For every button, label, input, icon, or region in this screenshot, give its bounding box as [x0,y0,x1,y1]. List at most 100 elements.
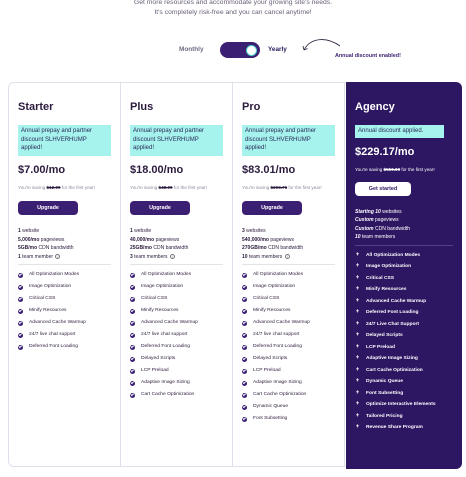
plan-pro: Pro Annual prepay and partner discount S… [233,83,345,467]
plus-icon: + [355,332,360,339]
saving-note: You're saving $48.00 for the first year! [130,185,208,190]
feature-item: + Tailored Pricing [355,411,453,423]
feature-label: Font Subsetting [253,416,288,421]
check-circle-icon [242,356,247,362]
feature-item: + Revenue Share Program [355,422,453,434]
check-circle-icon [242,344,247,350]
feature-item: Image Optimization [130,281,223,293]
plus-icon: + [355,355,360,362]
check-circle-icon [242,332,247,338]
feature-label: Advanced Cache Warmup [29,320,86,325]
spec-team: 10 team members i [242,253,335,262]
feature-item: Image Optimization [242,281,335,293]
saving-note: You're saving $12.00 for the first year! [18,185,96,190]
feature-label: All Optimization Modes [141,272,192,277]
feature-item: Deferred Font Loading [242,341,335,353]
check-circle-icon [242,320,247,326]
check-circle-icon [18,284,23,290]
feature-label: Image Optimization [366,264,412,270]
feature-list: All Optimization Modes Image Optimization… [130,269,223,401]
feature-label: Cart Cache Optimization [141,392,195,397]
feature-item: Minify Resources [130,305,223,317]
upgrade-button[interactable]: Upgrade [130,201,190,215]
plus-icon: + [355,412,360,419]
info-icon[interactable]: i [169,253,175,259]
check-circle-icon [242,392,247,398]
feature-item: Minify Resources [18,305,111,317]
yearly-label[interactable]: Yearly [268,46,287,53]
plan-name: Plus [130,101,154,113]
feature-item: + Advanced Cache Warmup [355,296,453,308]
feature-item: Delayed Scripts [130,353,223,365]
spec-bandwidth: Custom CDN bandwidth [355,225,411,232]
check-circle-icon [242,380,247,386]
feature-item: Minify Resources [242,305,335,317]
feature-label: Adaptive Image Sizing [141,380,190,385]
feature-list: All Optimization Modes Image Optimization… [242,269,335,425]
feature-item: + Delayed Scripts [355,330,453,342]
billing-period-toggle[interactable] [220,42,260,58]
feature-label: Deferred Font Loading [253,344,302,349]
plan-plus: Plus Annual prepay and partner discount … [121,83,233,467]
feature-label: Tailored Pricing [366,413,403,419]
divider [18,264,111,265]
plus-icon: + [355,320,360,327]
feature-label: Deferred Font Loading [29,344,78,349]
feature-label: 24/7 live chat support [253,332,300,337]
feature-item: + Optimize Interactive Elements [355,399,453,411]
check-circle-icon [242,296,247,302]
feature-item: + Critical CSS [355,273,453,285]
info-icon[interactable]: i [55,253,61,259]
feature-label: LCP Preload [253,368,281,373]
info-icon[interactable]: i [284,253,290,259]
monthly-label[interactable]: Monthly [179,46,204,53]
check-circle-icon [130,368,135,374]
feature-label: 24/7 live chat support [29,332,76,337]
feature-item: Deferred Font Loading [130,341,223,353]
feature-item: Adaptive Image Sizing [242,377,335,389]
feature-item: 24/7 live chat support [18,329,111,341]
spec-pageviews: Custom pageviews [355,217,399,224]
check-circle-icon [18,272,23,278]
check-circle-icon [242,284,247,290]
plus-icon: + [355,263,360,270]
spec-team: 10 team members [355,234,396,241]
feature-item: Image Optimization [18,281,111,293]
plan-agency: Agency Annual discount applied. $229.17/… [346,82,462,469]
plus-icon: + [355,297,360,304]
feature-item: Advanced Cache Warmup [130,317,223,329]
plan-name: Starter [18,101,54,113]
feature-label: All Optimization Modes [29,272,80,277]
plus-icon: + [355,274,360,281]
feature-label: All Optimization Modes [253,272,304,277]
feature-label: Adaptive Image Sizing [253,380,302,385]
upgrade-button[interactable]: Upgrade [242,201,302,215]
upgrade-button[interactable]: Upgrade [18,201,78,215]
feature-item: Critical CSS [18,293,111,305]
plus-icon: + [355,424,360,431]
feature-item: Advanced Cache Warmup [18,317,111,329]
feature-item: Font Subsetting [242,413,335,425]
feature-item: + Deferred Font Loading [355,307,453,319]
intro-line-2: It's completely risk-free and you can ca… [154,9,312,16]
feature-label: Deferred Font Loading [141,344,190,349]
plan-name: Pro [242,101,261,113]
feature-list: + All Optimization Modes + Image Optimizati… [355,250,453,434]
spec-team: 1 team member i [18,253,111,262]
pricing-plans: Starter Annual prepay and partner discou… [8,82,462,469]
feature-label: Critical CSS [253,296,280,301]
feature-item: + LCP Preload [355,342,453,354]
feature-label: Advanced Cache Warmup [366,298,427,304]
get-started-button[interactable]: Get started [355,181,411,196]
feature-label: Adaptive Image Sizing [366,356,418,362]
check-circle-icon [130,320,135,326]
check-circle-icon [242,368,247,374]
feature-item: Cart Cache Optimization [242,389,335,401]
feature-label: 24/7 Live Chat Support [366,321,419,327]
promo-banner: Annual discount applied. [355,125,444,138]
plus-icon: + [355,286,360,293]
feature-item: All Optimization Modes [130,269,223,281]
feature-label: Minify Resources [29,308,67,313]
check-circle-icon [18,344,23,350]
spec-bandwidth: 25GB/mo CDN bandwidth [130,245,189,251]
